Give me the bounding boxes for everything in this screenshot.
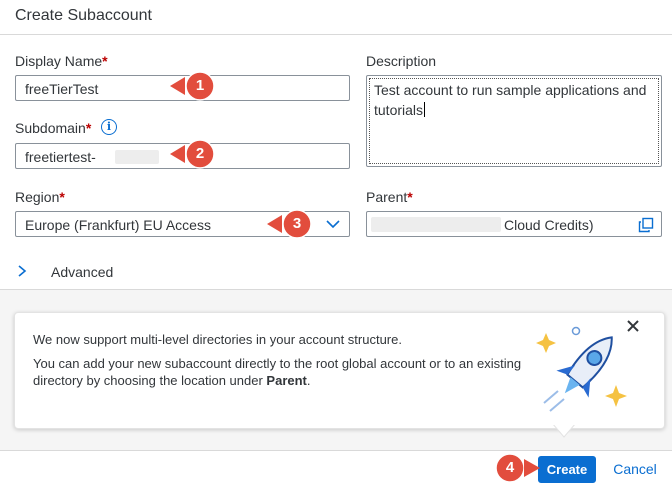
info-message-line1: We now support multi-level directories i… [33, 332, 402, 347]
region-value: Europe (Frankfurt) EU Access [25, 217, 211, 233]
required-mark: * [85, 120, 92, 136]
advanced-toggle[interactable]: Advanced [51, 264, 113, 280]
rocket-illustration [536, 326, 627, 412]
required-mark: * [59, 189, 65, 205]
description-textarea[interactable]: Test account to run sample applications … [366, 75, 662, 167]
required-mark: * [102, 53, 108, 69]
description-value: Test account to run sample applications … [374, 80, 654, 120]
step-badge-3-number: 3 [292, 215, 302, 232]
dialog-header: Create Subaccount [0, 0, 672, 35]
info-message-period: . [306, 373, 311, 388]
display-name-label: Display Name* [15, 53, 108, 69]
subdomain-value: freetiertest- [25, 149, 96, 165]
info-icon[interactable]: i [101, 119, 117, 135]
parent-label-text: Parent [366, 189, 408, 205]
region-label-text: Region [15, 189, 60, 205]
cancel-button[interactable]: Cancel [605, 456, 665, 483]
step-badge-4 [495, 453, 540, 483]
required-mark: * [407, 189, 413, 205]
description-value-text: Test account to run sample applications … [374, 82, 647, 118]
redacted-region [371, 217, 501, 232]
text-caret [424, 102, 426, 117]
subdomain-label: Subdomain* [15, 120, 91, 136]
chevron-down-icon[interactable] [325, 217, 341, 231]
subdomain-label-text: Subdomain [15, 120, 86, 136]
display-name-label-text: Display Name [15, 53, 103, 69]
dialog-title: Create Subaccount [15, 7, 152, 24]
copy-icon[interactable] [638, 217, 654, 233]
parent-value: Cloud Credits) [504, 217, 594, 233]
region-label: Region* [15, 189, 65, 205]
step-badge-2-number: 2 [195, 145, 205, 162]
step-badge-1-number: 1 [195, 77, 205, 94]
create-button[interactable]: Create [538, 456, 596, 483]
step-badge-4-number: 4 [505, 459, 515, 476]
info-message-line2: You can add your new subaccount directly… [33, 355, 533, 389]
redacted-region [115, 150, 159, 164]
card-pointer [552, 423, 576, 438]
parent-label: Parent* [366, 189, 413, 205]
parent-emphasis: Parent [266, 373, 307, 388]
description-label: Description [366, 53, 436, 69]
chevron-right-icon[interactable] [16, 264, 28, 278]
display-name-value: freeTierTest [25, 81, 99, 97]
divider [0, 289, 672, 290]
description-label-text: Description [366, 53, 437, 69]
parent-input[interactable]: Cloud Credits) [366, 211, 662, 237]
